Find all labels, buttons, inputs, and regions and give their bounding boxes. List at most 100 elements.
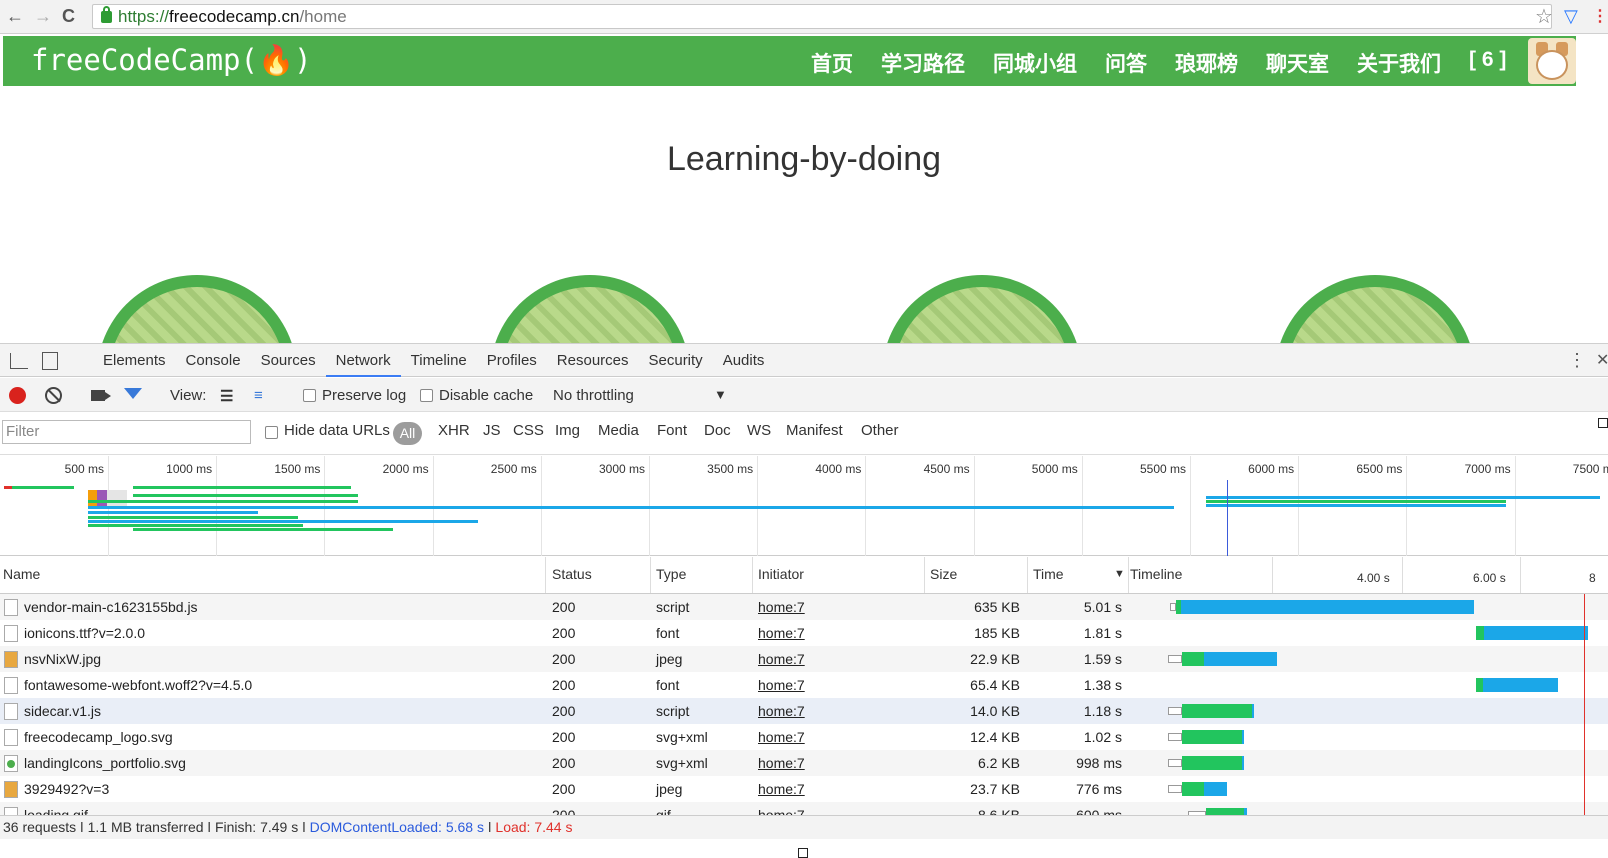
- nav-link-about[interactable]: 关于我们: [1357, 48, 1441, 78]
- preserve-log-label: Preserve log: [322, 387, 407, 404]
- col-status[interactable]: Status: [552, 566, 592, 582]
- nav-link-leaderboard[interactable]: 琅琊榜: [1175, 48, 1238, 78]
- table-row[interactable]: fontawesome-webfont.woff2?v=4.5.0 200 font…: [0, 672, 1608, 698]
- clear-icon[interactable]: [45, 387, 62, 404]
- request-initiator[interactable]: home:7: [758, 750, 805, 776]
- load-marker-line: [1584, 698, 1585, 724]
- capture-screenshots-icon[interactable]: [91, 390, 111, 401]
- request-name[interactable]: ionicons.ttf?v=2.0.0: [24, 620, 145, 646]
- request-name[interactable]: freecodecamp_logo.svg: [24, 724, 173, 750]
- col-type[interactable]: Type: [656, 566, 686, 582]
- table-row[interactable]: nsvNixW.jpg 200 jpeg home:7 22.9 KB 1.59 s: [0, 646, 1608, 672]
- request-name[interactable]: nsvNixW.jpg: [24, 646, 101, 672]
- col-time[interactable]: Time: [1033, 566, 1064, 582]
- col-name[interactable]: Name: [3, 566, 40, 582]
- filter-type-other[interactable]: Other: [861, 422, 899, 439]
- sort-desc-icon: ▼: [1114, 568, 1125, 580]
- shield-extension-icon[interactable]: ▽: [1564, 6, 1582, 26]
- filter-type-all[interactable]: All: [393, 422, 422, 445]
- tab-console[interactable]: Console: [176, 344, 251, 377]
- browser-menu-icon[interactable]: ⋮: [1592, 6, 1608, 26]
- devtools-tabbar: Elements Console Sources Network Timelin…: [0, 344, 1608, 377]
- tab-profiles[interactable]: Profiles: [477, 344, 547, 377]
- file-icon: [4, 755, 18, 772]
- inspect-element-icon[interactable]: [10, 353, 28, 369]
- request-name[interactable]: landingIcons_portfolio.svg: [24, 750, 186, 776]
- filter-type-xhr[interactable]: XHR: [438, 422, 470, 439]
- nav-link-chat[interactable]: 聊天室: [1266, 48, 1329, 78]
- request-initiator[interactable]: home:7: [758, 698, 805, 724]
- filter-type-js[interactable]: JS: [483, 422, 501, 439]
- request-time: 1.18 s: [1083, 703, 1122, 719]
- request-initiator[interactable]: home:7: [758, 646, 805, 672]
- preserve-log-checkbox[interactable]: [303, 389, 316, 402]
- filter-type-img[interactable]: Img: [555, 422, 580, 439]
- request-name[interactable]: 3929492?v=3: [24, 776, 109, 802]
- reload-icon[interactable]: C: [62, 6, 75, 26]
- tab-security[interactable]: Security: [639, 344, 713, 377]
- table-row[interactable]: 3929492?v=3 200 jpeg home:7 23.7 KB 776 ms: [0, 776, 1608, 802]
- request-table-body: vendor-main-c1623155bd.js 200 script home:7…: [0, 594, 1608, 828]
- url-bar[interactable]: https://freecodecamp.cn/home: [92, 4, 1552, 29]
- table-row[interactable]: landingIcons_portfolio.svg 200 svg+xml home…: [0, 750, 1608, 776]
- filter-type-font[interactable]: Font: [657, 422, 687, 439]
- devtools-menu-icon[interactable]: ⋮: [1568, 350, 1586, 371]
- filter-type-ws[interactable]: WS: [747, 422, 771, 439]
- large-rows-icon[interactable]: ☰: [220, 387, 233, 405]
- request-name[interactable]: vendor-main-c1623155bd.js: [24, 594, 198, 620]
- col-size[interactable]: Size: [930, 566, 957, 582]
- forward-icon[interactable]: →: [34, 6, 52, 26]
- filter-type-media[interactable]: Media: [598, 422, 639, 439]
- bookmark-star-icon[interactable]: ☆: [1535, 4, 1553, 29]
- overview-tick-label: 7500 ms: [1572, 462, 1608, 476]
- nav-points-badge[interactable]: [ 6 ]: [1469, 48, 1506, 78]
- request-name[interactable]: fontawesome-webfont.woff2?v=4.5.0: [24, 672, 252, 698]
- request-initiator[interactable]: home:7: [758, 672, 805, 698]
- tab-sources[interactable]: Sources: [251, 344, 326, 377]
- request-name[interactable]: sidecar.v1.js: [24, 698, 101, 724]
- request-time: 1.59 s: [1083, 651, 1122, 667]
- nav-link-home[interactable]: 首页: [811, 48, 853, 78]
- filter-type-doc[interactable]: Doc: [704, 422, 731, 439]
- tab-elements[interactable]: Elements: [93, 344, 176, 377]
- back-icon[interactable]: ←: [6, 6, 24, 26]
- filter-input[interactable]: Filter: [2, 420, 251, 444]
- tab-resources[interactable]: Resources: [547, 344, 639, 377]
- tab-timeline[interactable]: Timeline: [401, 344, 477, 377]
- nav-link-qa[interactable]: 问答: [1105, 48, 1147, 78]
- tab-network[interactable]: Network: [325, 344, 401, 377]
- resize-handle[interactable]: [1598, 418, 1608, 428]
- nav-link-learning-path[interactable]: 学习路径: [881, 48, 965, 78]
- resize-handle[interactable]: [798, 848, 808, 858]
- request-initiator[interactable]: home:7: [758, 724, 805, 750]
- filter-icon[interactable]: [124, 388, 142, 399]
- lock-icon: [101, 6, 112, 23]
- filter-type-manifest[interactable]: Manifest: [786, 422, 843, 439]
- request-initiator[interactable]: home:7: [758, 620, 805, 646]
- device-mode-icon[interactable]: [42, 352, 58, 370]
- record-icon[interactable]: [9, 387, 26, 404]
- file-icon: [4, 729, 18, 746]
- tab-audits[interactable]: Audits: [713, 344, 775, 377]
- table-row[interactable]: sidecar.v1.js 200 script home:7 14.0 KB 1.18 …: [0, 698, 1608, 724]
- user-avatar[interactable]: [1528, 38, 1576, 84]
- request-initiator[interactable]: home:7: [758, 594, 805, 620]
- hide-data-urls-checkbox[interactable]: [265, 426, 278, 439]
- filter-type-css[interactable]: CSS: [513, 422, 544, 439]
- table-row[interactable]: freecodecamp_logo.svg 200 svg+xml home:7 12.…: [0, 724, 1608, 750]
- throttling-select[interactable]: No throttling: [553, 387, 634, 404]
- table-row[interactable]: ionicons.ttf?v=2.0.0 200 font home:7 185 KB 1…: [0, 620, 1608, 646]
- overview-bar: [133, 486, 351, 489]
- overview-icon[interactable]: ≡: [254, 387, 263, 404]
- table-row[interactable]: vendor-main-c1623155bd.js 200 script home:7…: [0, 594, 1608, 620]
- site-brand[interactable]: freeCodeCamp(🔥): [31, 43, 312, 78]
- request-initiator[interactable]: home:7: [758, 776, 805, 802]
- waterfall-bar: [1476, 678, 1483, 692]
- col-initiator[interactable]: Initiator: [758, 566, 804, 582]
- col-timeline[interactable]: Timeline: [1130, 566, 1182, 582]
- disable-cache-checkbox[interactable]: [420, 389, 433, 402]
- nav-link-city-groups[interactable]: 同城小组: [993, 48, 1077, 78]
- chevron-down-icon[interactable]: ▼: [714, 387, 727, 402]
- network-overview[interactable]: 500 ms 1000 ms 1500 ms 2000 ms 2500 ms 3000 m…: [0, 456, 1608, 556]
- close-icon[interactable]: ✕: [1596, 350, 1608, 370]
